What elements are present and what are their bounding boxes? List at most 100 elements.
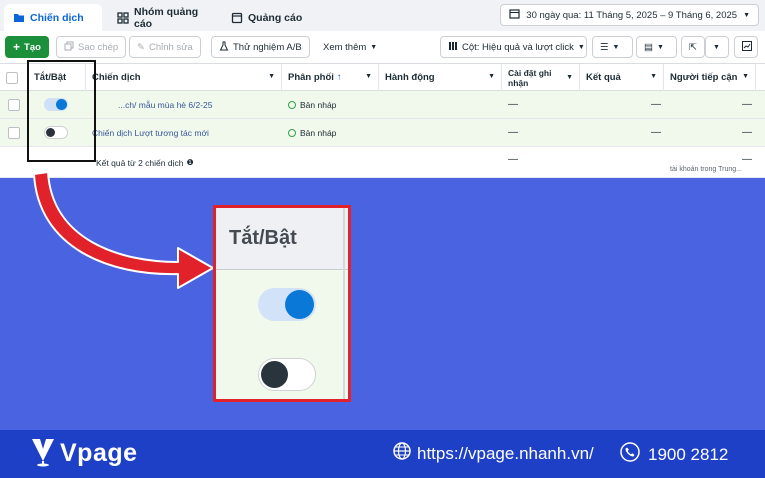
header-attribution[interactable]: Cài đặt ghi nhận ▼ [502,64,580,91]
header-actions[interactable]: Hành động ▼ [379,64,502,91]
reports-icon: ▤ [644,41,653,53]
chevron-down-icon: ▼ [577,43,585,51]
results-value: — [651,127,661,138]
columns-dropdown[interactable]: Cột: Hiệu quả và lượt click ▼ [440,36,587,58]
chevron-down-icon: ▼ [566,74,573,81]
zoom-divider [343,208,345,399]
delivery-status: Bản nháp [282,91,336,118]
chevron-down-icon: ▼ [365,73,372,80]
ab-test-button[interactable]: Thử nghiệm A/B [211,36,310,58]
copy-icon [64,41,74,54]
chevron-down-icon: ▼ [713,43,720,51]
table-total-row: Kết quả từ 2 chiến dịch ❶ — — tài khoản … [0,148,765,178]
header-reach[interactable]: Người tiếp cận ▼ [664,64,756,91]
chevron-down-icon: ▼ [370,43,378,51]
phone-icon [620,442,640,467]
info-icon[interactable]: ❶ [186,158,193,167]
toolbar: + Tạo Sao chép ✎ Chỉnh sửa Thử nghiệm A/… [0,31,765,64]
create-button[interactable]: + Tạo [5,36,49,58]
duplicate-button[interactable]: Sao chép [56,36,127,58]
delivery-label: Bản nháp [300,99,337,110]
header-results[interactable]: Kết quả ▼ [580,64,664,91]
duplicate-label: Sao chép [78,41,119,53]
brand-name: Vpage [60,439,138,467]
grid-icon [117,11,129,24]
tab-bar: Chiến dịch Nhóm quảng cáo Quảng cáo 30 n… [0,0,765,31]
more-label: Xem thêm [323,41,367,53]
vpage-logo-icon [30,435,56,472]
chevron-down-icon: ▼ [268,73,275,80]
export-button[interactable]: ⇱ [681,36,705,58]
export-icon: ⇱ [689,41,697,53]
chart-icon [742,40,752,54]
header-delivery-label: Phân phối [288,72,334,83]
chevron-down-icon: ▼ [656,43,664,51]
toggle-knob [285,290,314,319]
row-checkbox-cell [2,119,20,146]
total-label-text: Kết quả từ 2 chiến dịch [96,157,184,168]
flask-icon [219,41,229,54]
tab-ads[interactable]: Quảng cáo [222,4,312,31]
reach-value: — [742,99,752,110]
table-header: Tắt/Bật Chiến dịch ▼ Phân phối ↑ ▼ Hành … [0,64,765,91]
zoom-toggle-on [258,288,316,321]
website-info: https://vpage.nhanh.vn/ [393,442,594,465]
toggle-column-highlight [27,60,96,162]
tab-adsets[interactable]: Nhóm quảng cáo [108,4,216,31]
export-dropdown[interactable]: ▼ [705,36,729,58]
chevron-down-icon: ▼ [742,73,749,80]
zoom-toggle-off [258,358,316,391]
breakdown-icon: ☰ [600,41,609,53]
table-row[interactable]: ...ch/ mẫu mùa hè 6/2-25 Bản nháp — — — [0,91,765,119]
breakdown-dropdown[interactable]: ☰ ▼ [592,36,633,58]
edit-button[interactable]: ✎ Chỉnh sửa [129,36,201,58]
zoom-header: Tắt/Bật [216,208,348,270]
tab-campaigns[interactable]: Chiến dịch [4,4,102,31]
campaign-table: Tắt/Bật Chiến dịch ▼ Phân phối ↑ ▼ Hành … [0,64,765,178]
tab-label: Chiến dịch [30,11,84,24]
vpage-logo: Vpage [30,435,138,472]
table-row[interactable]: Chiến dịch Lượt tương tác mới Bản nháp —… [0,119,765,147]
select-all-cell [0,64,28,91]
total-label: Kết quả từ 2 chiến dịch ❶ [90,148,194,177]
phone-number[interactable]: 1900 2812 [648,445,728,465]
header-campaign-label: Chiến dịch [92,72,141,83]
total-note: tài khoản trong Trung... [670,166,742,173]
row-checkbox[interactable] [8,98,20,111]
campaign-name-link[interactable]: ...ch/ mẫu mùa hè 6/2-25 [112,91,213,118]
delivery-status: Bản nháp [282,119,336,146]
date-range-picker[interactable]: 30 ngày qua: 11 Tháng 5, 2025 – 9 Tháng … [500,4,759,26]
header-attribution-label: Cài đặt ghi nhận [508,67,552,88]
header-delivery[interactable]: Phân phối ↑ ▼ [282,64,379,91]
chevron-down-icon: ▼ [650,73,657,80]
campaign-name-link[interactable]: Chiến dịch Lượt tương tác mới [86,119,209,146]
attribution-value: — [508,127,518,138]
toggle-knob [261,361,288,388]
columns-icon [448,41,458,54]
row-checkbox-cell [2,91,20,118]
sort-up-icon: ↑ [336,72,342,83]
reports-dropdown[interactable]: ▤ ▼ [636,36,677,58]
tab-label: Quảng cáo [248,11,303,24]
more-button[interactable]: Xem thêm ▼ [315,36,386,58]
charts-button[interactable] [734,36,758,58]
results-value: — [651,99,661,110]
attribution-value: — [508,99,518,110]
footer-bar: Vpage https://vpage.nhanh.vn/ 1900 2812 [0,430,765,478]
delivery-label: Bản nháp [300,127,337,138]
draft-status-icon [288,128,296,137]
chevron-down-icon: ▼ [743,11,750,19]
website-link[interactable]: https://vpage.nhanh.vn/ [417,444,594,464]
chevron-down-icon: ▼ [612,43,620,51]
calendar-icon [509,8,520,22]
ads-manager-screenshot: Chiến dịch Nhóm quảng cáo Quảng cáo 30 n… [0,0,765,178]
folder-icon [13,12,25,24]
select-all-checkbox[interactable] [6,71,18,84]
date-range-label: 30 ngày qua: 11 Tháng 5, 2025 – 9 Tháng … [526,9,738,21]
header-campaign[interactable]: Chiến dịch ▼ [86,64,282,91]
chevron-down-icon: ▼ [488,73,495,80]
header-actions-label: Hành động [385,72,435,83]
row-checkbox[interactable] [8,126,20,139]
globe-icon [393,442,411,465]
pencil-icon: ✎ [137,41,145,53]
